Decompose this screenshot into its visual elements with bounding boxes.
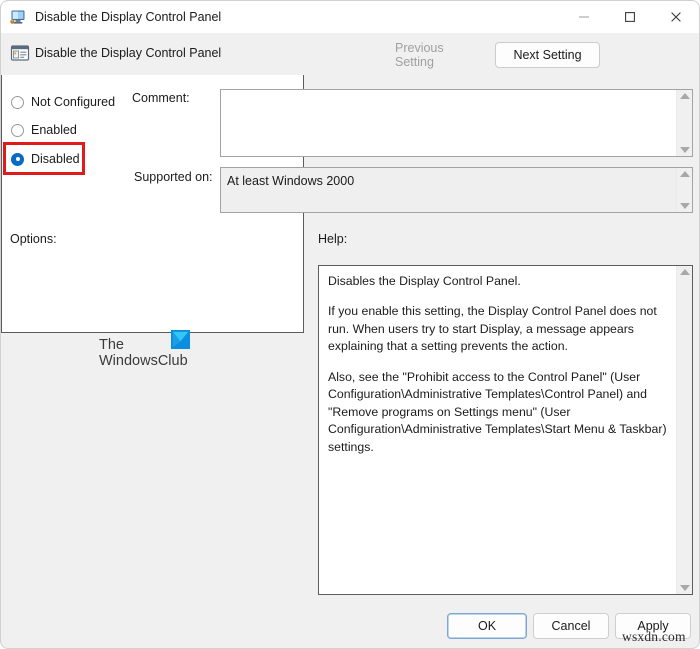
- help-text: Disables the Display Control Panel. If y…: [319, 266, 676, 594]
- help-panel[interactable]: Disables the Display Control Panel. If y…: [318, 265, 693, 595]
- maximize-icon: [625, 12, 635, 22]
- supported-on-scrollbar[interactable]: [676, 168, 692, 212]
- window-controls: [561, 1, 699, 33]
- help-paragraph: Disables the Display Control Panel.: [328, 274, 521, 288]
- radio-indicator: [11, 95, 24, 109]
- radio-disabled[interactable]: Disabled: [11, 150, 80, 168]
- windowsclub-watermark: The WindowsClub: [99, 330, 209, 375]
- radio-label: Not Configured: [31, 95, 116, 109]
- setting-header: Disable the Display Control Panel Previo…: [1, 33, 699, 75]
- supported-on-value: At least Windows 2000: [221, 168, 676, 212]
- previous-setting-button[interactable]: Previous Setting: [384, 41, 488, 69]
- scroll-up-icon[interactable]: [679, 93, 690, 99]
- setting-title: Disable the Display Control Panel: [35, 46, 222, 60]
- help-scrollbar[interactable]: [676, 266, 692, 594]
- comment-label: Comment:: [132, 91, 190, 105]
- maximize-button[interactable]: [607, 1, 653, 33]
- comment-scrollbar[interactable]: [676, 90, 692, 156]
- scroll-up-icon[interactable]: [679, 171, 690, 177]
- windowsclub-logo-icon: [171, 330, 190, 349]
- radio-label: Enabled: [31, 123, 77, 137]
- cancel-button[interactable]: Cancel: [533, 613, 609, 639]
- comment-textarea[interactable]: [220, 89, 693, 157]
- scroll-down-icon[interactable]: [679, 147, 690, 153]
- scroll-up-icon[interactable]: [679, 269, 690, 275]
- radio-label: Disabled: [31, 152, 80, 166]
- help-label: Help:: [318, 232, 348, 246]
- next-setting-button[interactable]: Next Setting: [495, 42, 600, 68]
- options-label: Options:: [10, 232, 57, 246]
- radio-indicator: [11, 123, 24, 137]
- scroll-down-icon[interactable]: [679, 203, 690, 209]
- display-monitor-icon: [10, 10, 25, 24]
- supported-on-label: Supported on:: [134, 170, 213, 184]
- ok-button[interactable]: OK: [447, 613, 527, 639]
- close-icon: [671, 12, 681, 22]
- help-paragraph: Also, see the "Prohibit access to the Co…: [328, 369, 667, 454]
- radio-not-configured[interactable]: Not Configured: [11, 93, 115, 111]
- site-watermark: wsxdn.com: [622, 629, 686, 644]
- window-title: Disable the Display Control Panel: [35, 10, 222, 24]
- close-button[interactable]: [653, 1, 699, 33]
- supported-on-box: At least Windows 2000: [220, 167, 693, 213]
- scroll-down-icon[interactable]: [679, 585, 690, 591]
- watermark-line-1: The: [99, 336, 124, 353]
- radio-enabled[interactable]: Enabled: [11, 121, 77, 139]
- group-policy-setting-dialog: Disable the Display Control Panel Disabl…: [0, 0, 700, 649]
- comment-value[interactable]: [221, 90, 676, 156]
- minimize-icon: [579, 16, 589, 18]
- watermark-line-2: WindowsClub: [99, 353, 188, 369]
- minimize-button[interactable]: [561, 1, 607, 33]
- radio-indicator-selected: [11, 152, 24, 166]
- help-paragraph: If you enable this setting, the Display …: [328, 304, 657, 354]
- policy-setting-icon: [10, 45, 30, 61]
- title-bar: Disable the Display Control Panel: [1, 1, 699, 33]
